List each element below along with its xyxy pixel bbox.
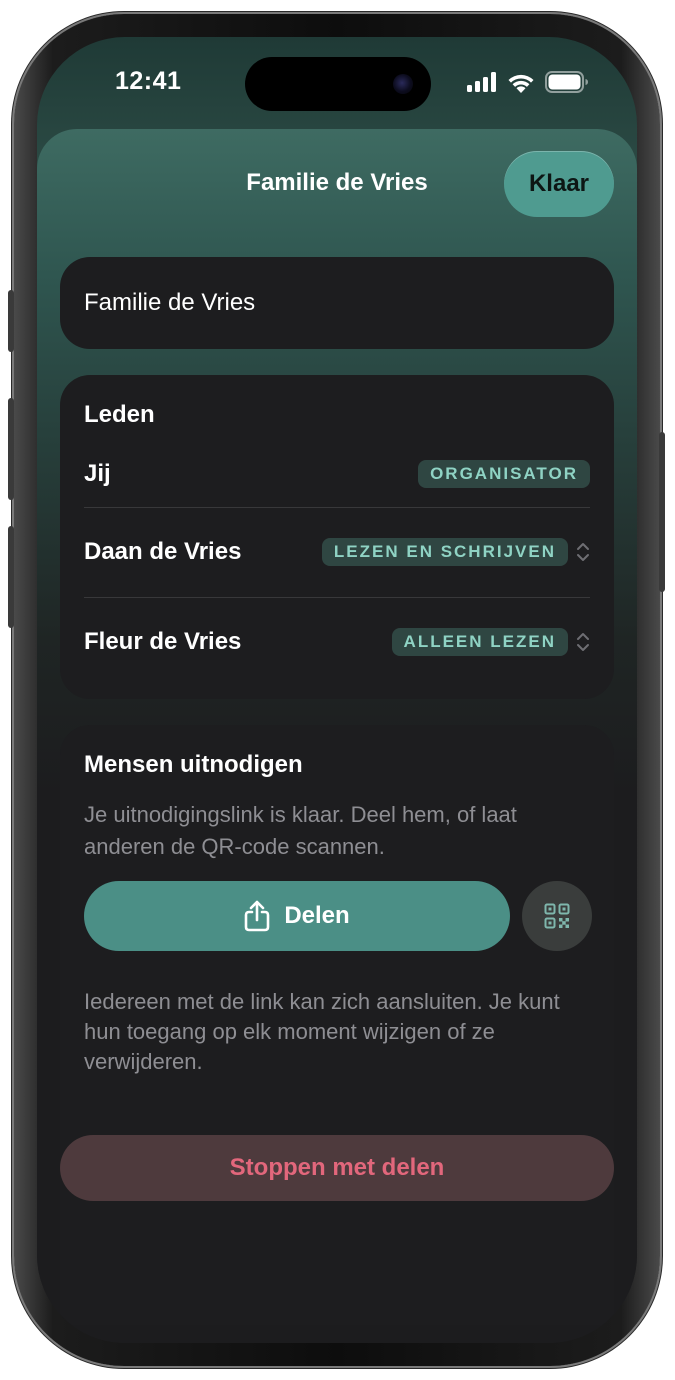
status-time: 12:41 (115, 67, 182, 95)
invite-footnote: Iedereen met de link kan zich aansluiten… (84, 989, 560, 1074)
volume-down-button (8, 526, 14, 628)
done-button[interactable]: Klaar (504, 151, 614, 217)
role-picker[interactable]: ALLEEN LEZEN (391, 628, 590, 656)
status-bar: 12:41 (37, 37, 637, 127)
action-button (8, 290, 14, 352)
divider (84, 507, 590, 508)
qr-code-button[interactable] (522, 881, 592, 951)
status-icons (467, 71, 589, 93)
member-row: Fleur de Vries ALLEEN LEZEN (84, 625, 590, 659)
member-name: Daan de Vries (84, 538, 242, 565)
role-badge: LEZEN EN SCHRIJVEN (321, 538, 568, 566)
invite-card: Mensen uitnodigen Je uitnodigingslink is… (60, 725, 614, 1325)
chevron-up-down-icon (577, 543, 589, 561)
volume-up-button (8, 398, 14, 500)
members-title: Leden (84, 401, 155, 428)
screen: 12:41 Familie de Vries Klaar Familie de … (37, 37, 637, 1343)
camera-icon (393, 74, 413, 94)
group-name-field[interactable]: Familie de Vries (60, 257, 614, 349)
role-wrap: ORGANISATOR (418, 460, 590, 488)
chevron-up-down-icon (577, 633, 589, 651)
wifi-icon (508, 74, 534, 93)
power-button (659, 432, 665, 592)
role-badge: ORGANISATOR (418, 460, 590, 488)
share-sheet: Familie de Vries Klaar Familie de Vries … (37, 129, 637, 1343)
share-label: Delen (284, 902, 350, 929)
member-row: Daan de Vries LEZEN EN SCHRIJVEN (84, 535, 590, 569)
stop-sharing-button[interactable]: Stoppen met delen (60, 1135, 614, 1201)
share-button[interactable]: Delen (84, 881, 510, 951)
group-name-value: Familie de Vries (84, 289, 256, 316)
share-icon (245, 900, 270, 932)
role-picker[interactable]: LEZEN EN SCHRIJVEN (321, 538, 590, 566)
members-card: Leden Jij ORGANISATOR Daan de Vries LEZE… (60, 375, 614, 699)
battery-icon (545, 71, 588, 93)
member-name: Fleur de Vries (84, 628, 242, 655)
member-name: Jij (84, 460, 111, 487)
invite-title: Mensen uitnodigen (84, 751, 303, 778)
qr-code-icon (544, 903, 570, 929)
dynamic-island (245, 57, 431, 111)
member-row: Jij ORGANISATOR (84, 457, 590, 491)
invite-description: Je uitnodigingslink is klaar. Deel hem, … (84, 802, 517, 859)
signal-icon (467, 72, 496, 92)
divider (84, 597, 590, 598)
role-badge: ALLEEN LEZEN (391, 628, 568, 656)
